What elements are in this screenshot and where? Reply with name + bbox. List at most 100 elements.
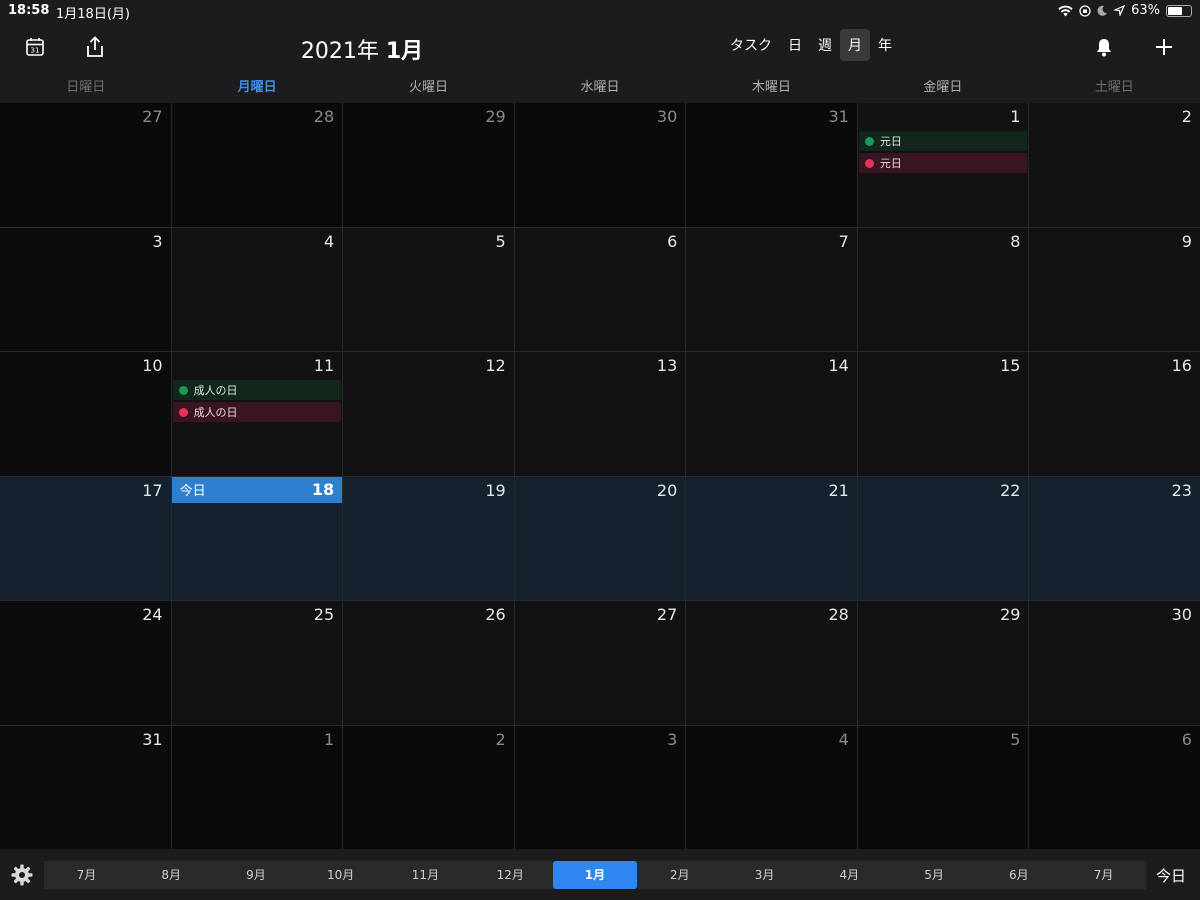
day-cell[interactable]: 2 <box>343 725 514 849</box>
day-cell[interactable]: 31 <box>0 725 171 849</box>
day-number: 4 <box>323 231 335 251</box>
day-cell[interactable]: 29 <box>343 103 514 227</box>
day-cell[interactable]: 1 元日 元日 <box>857 103 1029 227</box>
event-label: 元日 <box>879 157 902 170</box>
title-month: 1月 <box>385 39 424 64</box>
day-number: 31 <box>828 107 849 126</box>
calendar-icon[interactable]: 31 <box>22 34 48 60</box>
day-number: 5 <box>1010 729 1021 749</box>
day-cell[interactable]: 16 <box>1029 352 1200 476</box>
day-cell[interactable]: 19 <box>343 476 514 600</box>
month-strip-item[interactable]: 1月 <box>552 861 638 889</box>
calendar-header: 31 2021年 1月 タスク日週月年 <box>0 22 1200 72</box>
bell-icon[interactable] <box>1091 34 1117 60</box>
wifi-icon <box>1058 5 1073 16</box>
day-cell[interactable]: 15 <box>857 352 1029 476</box>
view-tab-2[interactable]: 週 <box>810 29 840 61</box>
day-cell[interactable]: 6 <box>1029 725 1200 849</box>
status-right: 63% <box>1058 3 1192 18</box>
location-icon <box>1114 5 1126 16</box>
day-number: 28 <box>313 107 335 126</box>
weekday-label: 土曜日 <box>1094 80 1134 95</box>
day-cell[interactable]: 3 <box>514 725 686 849</box>
day-cell[interactable]: 4 <box>686 725 857 849</box>
day-cell[interactable]: 7 <box>686 227 857 351</box>
today-label: 今日 <box>179 484 206 499</box>
gear-icon[interactable] <box>10 863 34 887</box>
day-cell[interactable]: 14 <box>686 352 857 476</box>
day-cell[interactable]: 22 <box>857 476 1029 600</box>
day-number: 27 <box>656 605 678 624</box>
day-number: 18 <box>311 480 335 499</box>
status-bar: 18:58 1月18日(月) 63% <box>0 0 1200 22</box>
event-label: 成人の日 <box>193 406 238 419</box>
month-strip-item[interactable]: 6月 <box>976 861 1061 889</box>
day-number: 6 <box>1181 729 1192 749</box>
add-icon[interactable] <box>1151 34 1177 60</box>
day-cell[interactable]: 11 成人の日 成人の日 <box>171 352 343 476</box>
month-strip-item[interactable]: 12月 <box>468 861 553 889</box>
view-tab-3[interactable]: 月 <box>840 29 870 61</box>
day-number: 3 <box>152 231 163 251</box>
day-number: 23 <box>1171 480 1192 500</box>
event-item[interactable]: 元日 <box>858 131 1028 151</box>
view-tab-0[interactable]: タスク <box>722 29 780 61</box>
today-button[interactable]: 今日 <box>1156 865 1186 886</box>
day-cell[interactable]: 今日 18 <box>171 476 343 600</box>
event-item[interactable]: 成人の日 <box>172 402 342 422</box>
battery-percent: 63% <box>1131 3 1160 18</box>
day-cell[interactable]: 28 <box>171 103 343 227</box>
month-strip-item[interactable]: 4月 <box>807 861 892 889</box>
day-cell[interactable]: 4 <box>171 227 343 351</box>
day-cell[interactable]: 26 <box>343 601 514 725</box>
month-strip-item[interactable]: 11月 <box>383 861 468 889</box>
day-cell[interactable]: 1 <box>171 725 343 849</box>
day-cell[interactable]: 21 <box>686 476 857 600</box>
month-strip-item[interactable]: 3月 <box>722 861 807 889</box>
day-number: 7 <box>838 231 849 251</box>
day-cell[interactable]: 5 <box>343 227 514 351</box>
day-cell[interactable]: 30 <box>514 103 686 227</box>
month-strip-item[interactable]: 2月 <box>637 861 722 889</box>
day-number: 1 <box>1010 107 1021 126</box>
day-cell[interactable]: 25 <box>171 601 343 725</box>
day-cell[interactable]: 29 <box>857 601 1029 725</box>
day-cell[interactable]: 13 <box>514 352 686 476</box>
day-cell[interactable]: 27 <box>0 103 171 227</box>
day-cell[interactable]: 17 <box>0 476 171 600</box>
day-cell[interactable]: 9 <box>1029 227 1200 351</box>
day-cell[interactable]: 30 <box>1029 601 1200 725</box>
month-strip-item[interactable]: 10月 <box>298 861 383 889</box>
day-cell[interactable]: 6 <box>514 227 686 351</box>
view-tab-4[interactable]: 年 <box>870 29 900 61</box>
day-number: 25 <box>313 605 335 624</box>
month-strip-item[interactable]: 7月 <box>44 861 129 889</box>
day-cell[interactable]: 31 <box>686 103 857 227</box>
event-item[interactable]: 成人の日 <box>172 380 342 400</box>
event-dot-icon <box>178 385 188 395</box>
month-strip-item[interactable]: 7月 <box>1061 861 1146 889</box>
event-item[interactable]: 元日 <box>858 153 1028 173</box>
share-icon[interactable] <box>82 34 108 60</box>
day-cell[interactable]: 23 <box>1029 476 1200 600</box>
day-cell[interactable]: 3 <box>0 227 171 351</box>
view-tab-1[interactable]: 日 <box>780 29 810 61</box>
battery-icon <box>1166 4 1192 17</box>
day-cell[interactable]: 8 <box>857 227 1029 351</box>
month-strip-item[interactable]: 9月 <box>214 861 299 889</box>
month-strip-item[interactable]: 8月 <box>129 861 214 889</box>
day-cell[interactable]: 10 <box>0 352 171 476</box>
day-cell[interactable]: 28 <box>686 601 857 725</box>
weekday-label: 木曜日 <box>751 80 791 95</box>
day-cell[interactable]: 24 <box>0 601 171 725</box>
day-cell[interactable]: 27 <box>514 601 686 725</box>
month-strip-item[interactable]: 5月 <box>892 861 977 889</box>
day-cell[interactable]: 5 <box>857 725 1029 849</box>
view-switcher: タスク日週月年 <box>722 29 900 61</box>
day-cell[interactable]: 20 <box>514 476 686 600</box>
event-dot-icon <box>178 407 188 417</box>
page-title: 2021年 1月 <box>262 33 462 65</box>
day-cell[interactable]: 2 <box>1029 103 1200 227</box>
weekday-header-row: 日曜日 月曜日 火曜日 水曜日 木曜日 金曜日 土曜日 <box>0 76 1200 102</box>
day-cell[interactable]: 12 <box>343 352 514 476</box>
